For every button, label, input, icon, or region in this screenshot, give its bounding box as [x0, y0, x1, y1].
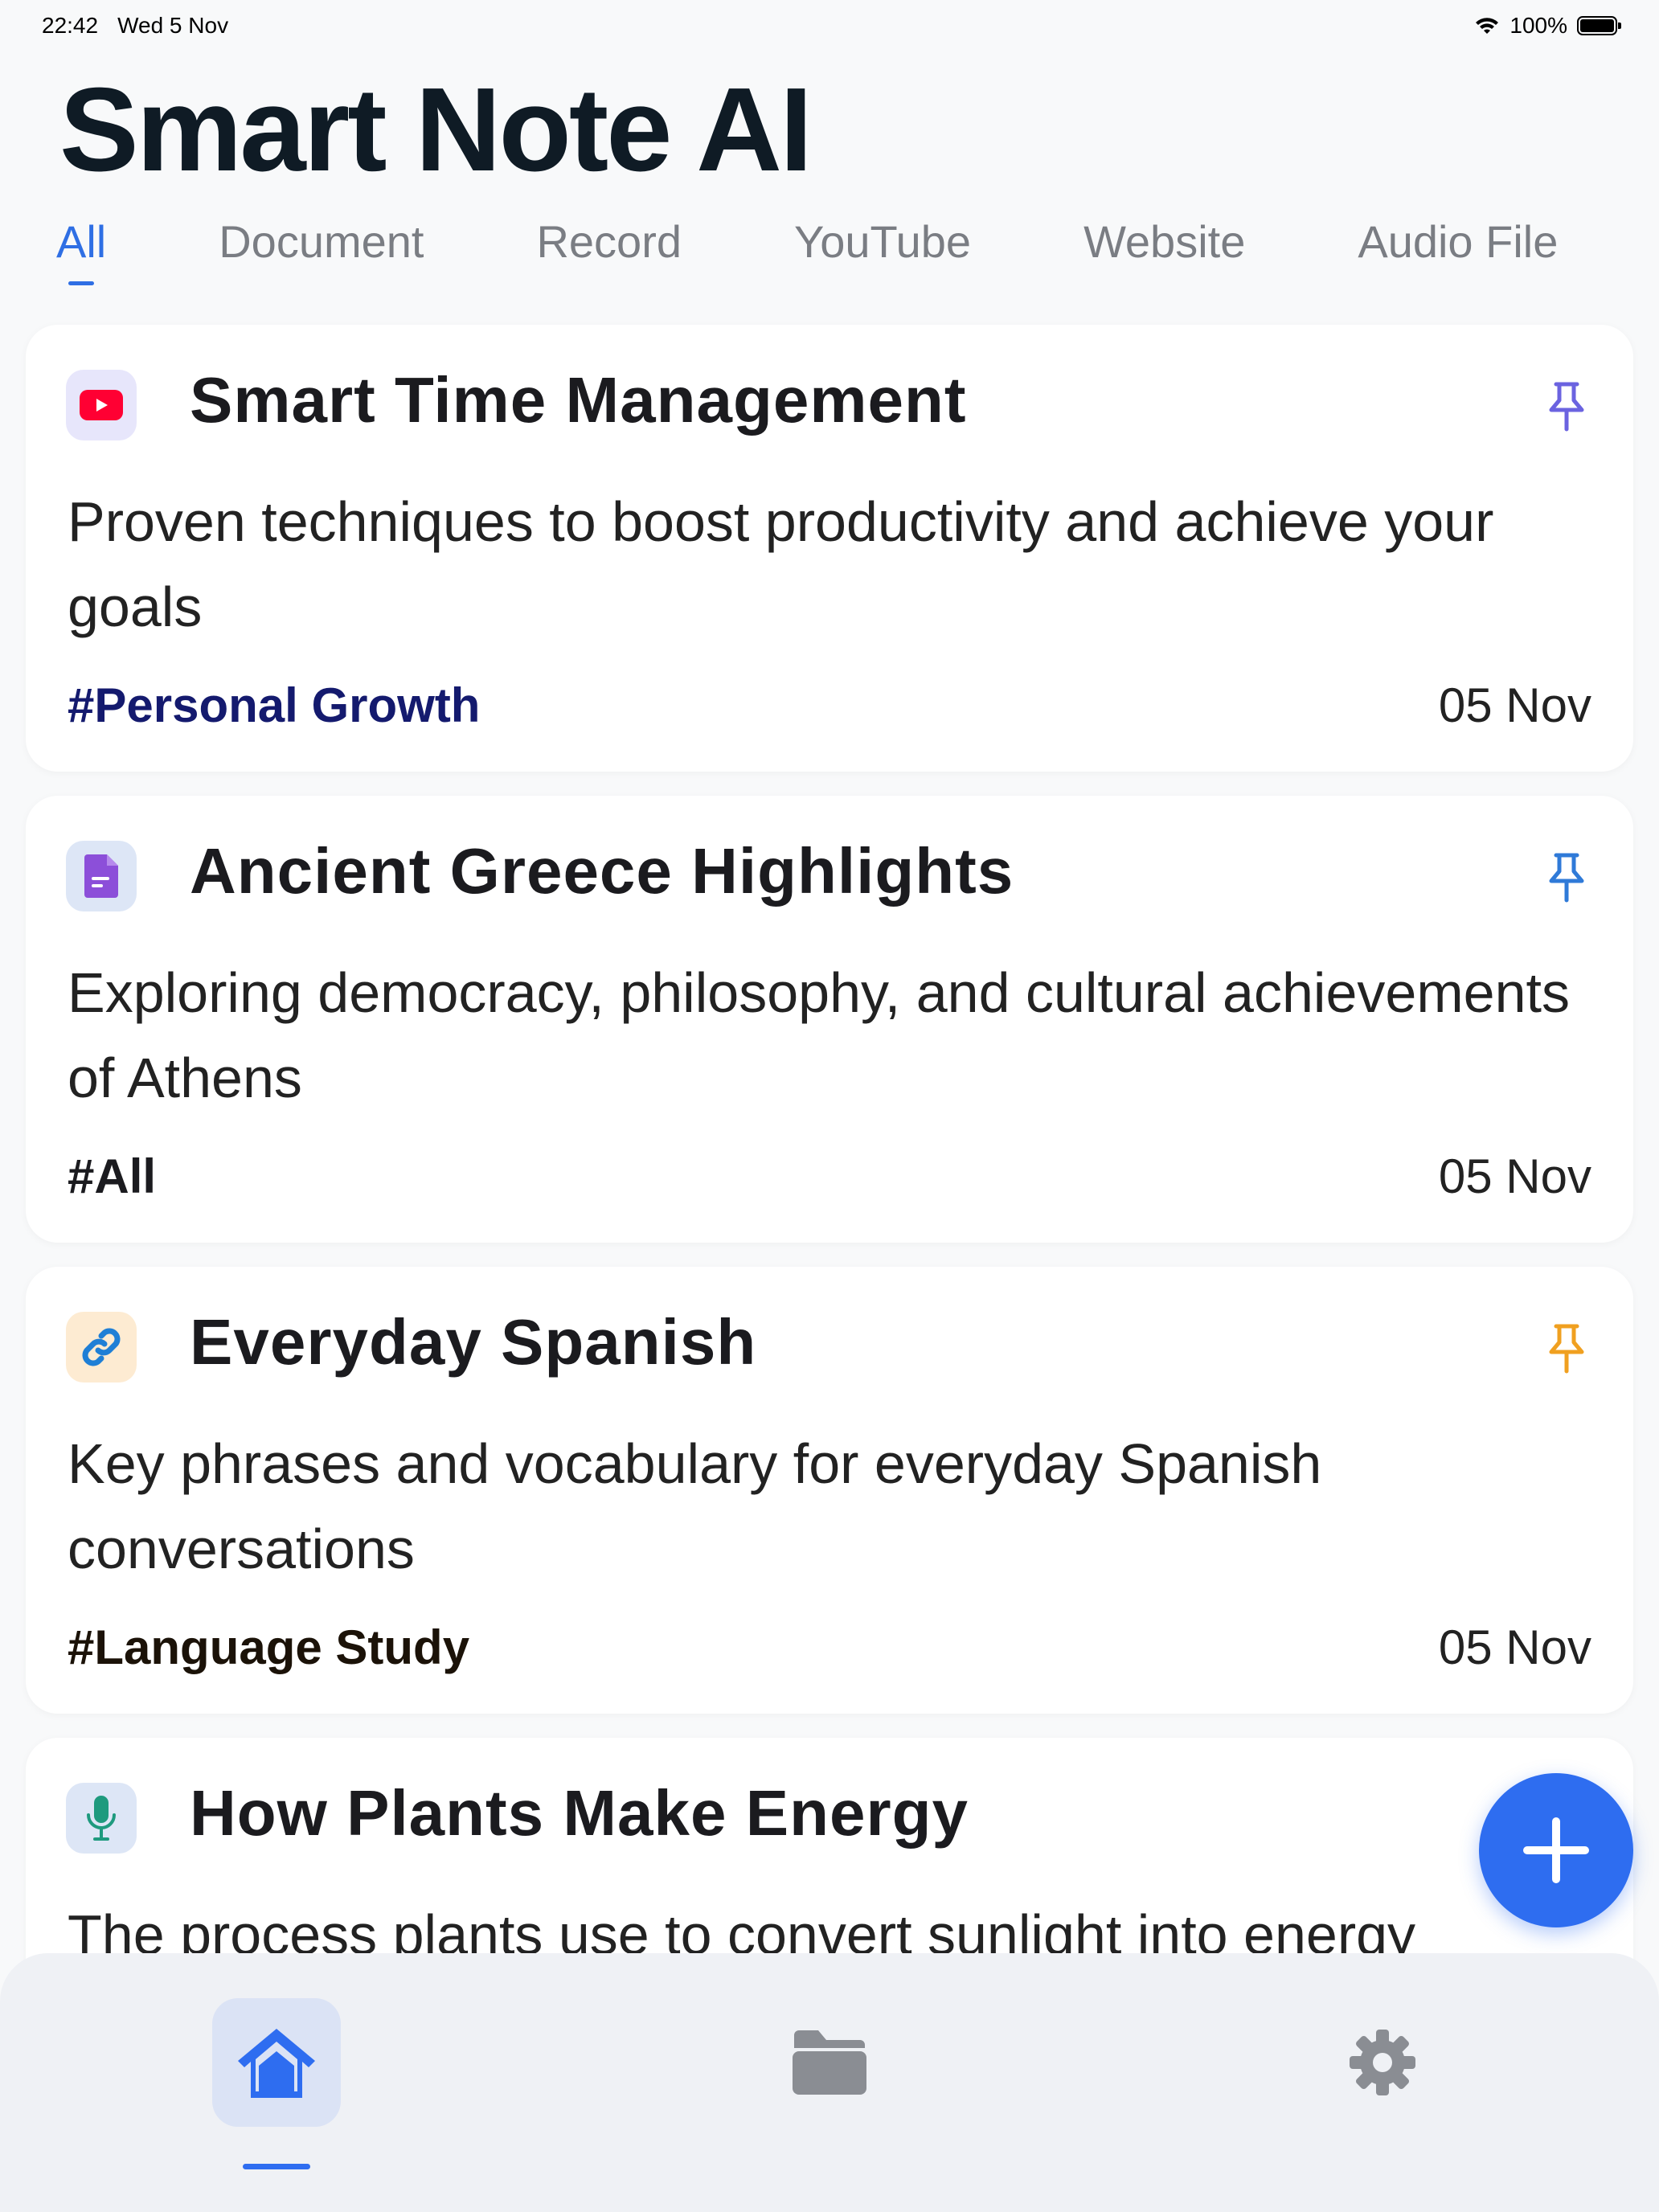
folder-icon	[793, 2030, 866, 2095]
note-card[interactable]: Ancient Greece Highlights Exploring demo…	[26, 796, 1633, 1243]
bottom-nav	[0, 1953, 1659, 2212]
settings-icon	[1350, 2030, 1415, 2095]
nav-home[interactable]	[212, 1998, 341, 2127]
nav-active-indicator	[243, 2164, 310, 2169]
category-tabs: All Document Record YouTube Website Audi…	[56, 215, 1627, 285]
add-note-button[interactable]	[1479, 1773, 1633, 1927]
battery-icon	[1577, 16, 1621, 35]
battery-percent: 100%	[1509, 13, 1567, 38]
pin-icon[interactable]	[1545, 1323, 1588, 1374]
status-bar: 22:42 Wed 5 Nov 100%	[0, 0, 1659, 51]
note-title: Everyday Spanish	[190, 1306, 757, 1378]
tab-youtube[interactable]: YouTube	[794, 215, 971, 285]
note-tag[interactable]: #Personal Growth	[68, 678, 480, 733]
status-date: Wed 5 Nov	[117, 13, 229, 38]
note-card[interactable]: Smart Time Management Proven techniques …	[26, 325, 1633, 772]
note-title: Ancient Greece Highlights	[190, 835, 1014, 907]
note-tag[interactable]: #Language Study	[68, 1620, 469, 1675]
pin-icon[interactable]	[1545, 381, 1588, 432]
note-description: Key phrases and vocabulary for everyday …	[68, 1432, 1322, 1580]
microphone-icon	[66, 1783, 137, 1854]
nav-settings[interactable]	[1318, 1998, 1447, 2127]
note-card[interactable]: Everyday Spanish Key phrases and vocabul…	[26, 1267, 1633, 1714]
page-title: Smart Note AI	[59, 63, 813, 196]
wifi-icon	[1476, 18, 1499, 34]
note-date: 05 Nov	[1438, 1149, 1591, 1203]
note-title: How Plants Make Energy	[190, 1777, 969, 1849]
document-icon	[66, 841, 137, 911]
link-icon	[66, 1312, 137, 1382]
home-icon	[238, 2029, 315, 2098]
youtube-icon	[66, 370, 137, 440]
note-description: Proven techniques to boost productivity …	[68, 490, 1494, 638]
tab-document[interactable]: Document	[219, 215, 424, 285]
note-date: 05 Nov	[1438, 1620, 1591, 1674]
note-description: Exploring democracy, philosophy, and cul…	[68, 961, 1570, 1109]
pin-icon[interactable]	[1545, 852, 1588, 903]
note-tag[interactable]: #All	[68, 1149, 156, 1204]
status-time: 22:42	[42, 13, 99, 38]
tab-website[interactable]: Website	[1083, 215, 1245, 285]
note-date: 05 Nov	[1438, 678, 1591, 732]
note-title: Smart Time Management	[190, 364, 967, 436]
nav-folders[interactable]	[765, 1998, 894, 2127]
tab-record[interactable]: Record	[536, 215, 682, 285]
tab-all[interactable]: All	[56, 215, 106, 285]
plus-icon	[1523, 1817, 1589, 1883]
tab-audio-file[interactable]: Audio File	[1358, 215, 1558, 285]
